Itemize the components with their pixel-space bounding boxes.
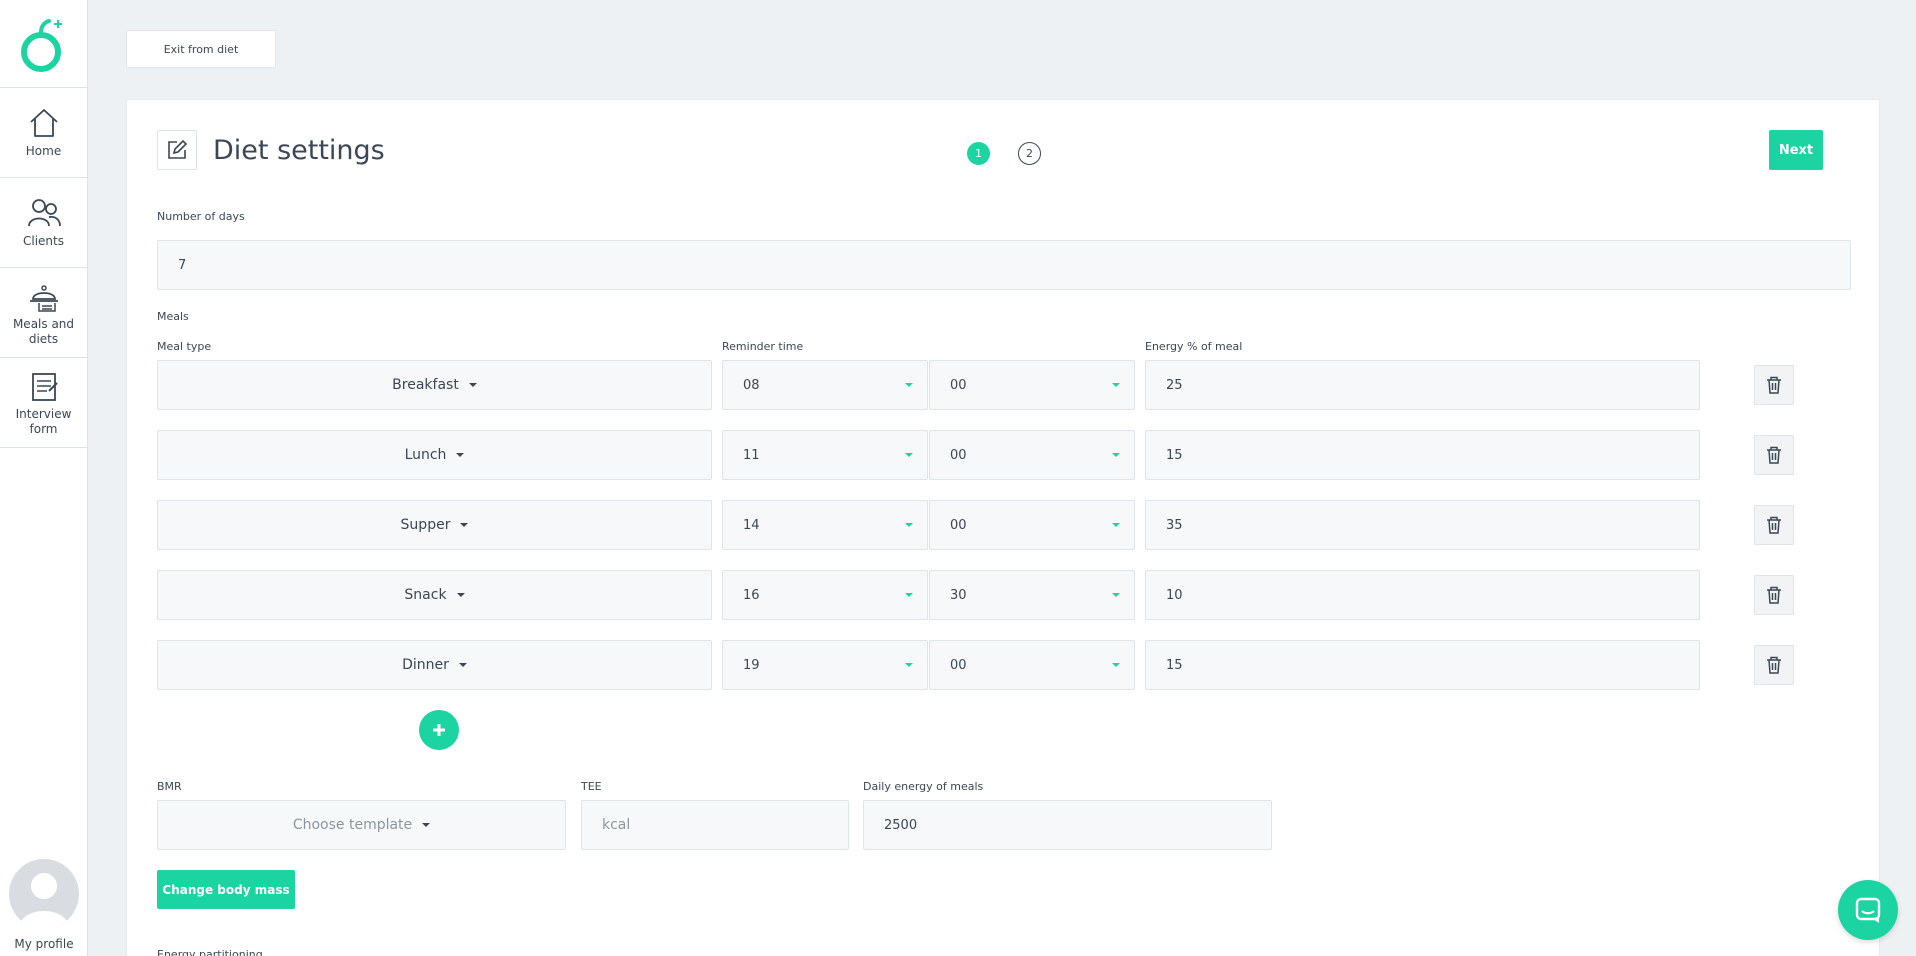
delete-meal-button[interactable] <box>1754 435 1794 475</box>
plus-icon <box>433 724 445 736</box>
reminder-minute-select[interactable]: 00 <box>929 640 1135 690</box>
chevron-down-icon <box>1112 593 1120 597</box>
profile-link[interactable]: My profile <box>0 859 88 952</box>
edit-icon-box <box>157 130 197 170</box>
meal-type-select[interactable]: Lunch <box>157 430 712 480</box>
trash-icon <box>1767 446 1781 464</box>
edit-icon <box>168 139 188 159</box>
daily-energy-label: Daily energy of meals <box>863 780 984 793</box>
bmr-label: BMR <box>157 780 182 793</box>
reminder-hour-select[interactable]: 14 <box>722 500 928 550</box>
sidebar-item-label: Home <box>25 144 62 158</box>
delete-meal-button[interactable] <box>1754 645 1794 685</box>
chevron-down-icon <box>1112 383 1120 387</box>
delete-meal-button[interactable] <box>1754 505 1794 545</box>
sidebar: Home Clients Meals and diets Interview f… <box>0 0 88 956</box>
users-icon <box>27 199 61 227</box>
reminder-time-header: Reminder time <box>722 340 804 353</box>
card-header: Diet settings <box>157 130 385 170</box>
delete-meal-button[interactable] <box>1754 365 1794 405</box>
days-label: Number of days <box>157 210 245 223</box>
chevron-down-icon <box>456 593 465 597</box>
days-input[interactable]: 7 <box>157 240 1851 290</box>
reminder-minute-select[interactable]: 00 <box>929 430 1135 480</box>
meal-type-select[interactable]: Supper <box>157 500 712 550</box>
trash-icon <box>1767 516 1781 534</box>
reminder-hour-select[interactable]: 11 <box>722 430 928 480</box>
chevron-down-icon <box>905 453 913 457</box>
energy-percent-input[interactable]: 25 <box>1145 360 1700 410</box>
diet-settings-card: Diet settings 1 2 Next Number of days 7 … <box>126 99 1880 956</box>
apple-logo-icon <box>20 18 62 72</box>
meal-type-select[interactable]: Breakfast <box>157 360 712 410</box>
trash-icon <box>1767 656 1781 674</box>
energy-percent-input[interactable]: 15 <box>1145 430 1700 480</box>
chevron-down-icon <box>905 663 913 667</box>
sidebar-item-label: Clients <box>23 234 64 248</box>
chevron-down-icon <box>468 383 477 387</box>
sidebar-item-label: Meals and diets <box>12 316 75 346</box>
energy-percent-header: Energy % of meal <box>1145 340 1243 353</box>
chevron-down-icon <box>460 523 469 527</box>
daily-energy-input[interactable]: 2500 <box>863 800 1272 850</box>
reminder-hour-select[interactable]: 19 <box>722 640 928 690</box>
reminder-minute-select[interactable]: 30 <box>929 570 1135 620</box>
home-icon <box>29 109 58 137</box>
tee-label: TEE <box>581 780 602 793</box>
sidebar-item-clients[interactable]: Clients <box>0 178 87 268</box>
chevron-down-icon <box>905 593 913 597</box>
meals-section-label: Meals <box>157 310 189 323</box>
delete-meal-button[interactable] <box>1754 575 1794 615</box>
sidebar-item-interview-form[interactable]: Interview form <box>0 358 87 448</box>
chevron-down-icon <box>456 453 465 457</box>
energy-partitioning-label: Energy partitioning <box>157 948 263 956</box>
reminder-hour-select[interactable]: 16 <box>722 570 928 620</box>
sidebar-item-label: Interview form <box>15 406 72 436</box>
energy-percent-input[interactable]: 35 <box>1145 500 1700 550</box>
chevron-down-icon <box>905 523 913 527</box>
add-meal-button[interactable] <box>419 710 459 750</box>
page-title: Diet settings <box>213 134 385 166</box>
exit-diet-button[interactable]: Exit from diet <box>126 30 276 68</box>
sidebar-item-meals[interactable]: Meals and diets <box>0 268 87 358</box>
tee-input[interactable]: kcal <box>581 800 849 850</box>
reminder-minute-select[interactable]: 00 <box>929 360 1135 410</box>
sidebar-item-home[interactable]: Home <box>0 88 87 178</box>
chat-launcher-button[interactable] <box>1838 880 1898 940</box>
clipboard-icon <box>31 372 58 401</box>
profile-label: My profile <box>14 937 74 951</box>
energy-percent-input[interactable]: 10 <box>1145 570 1700 620</box>
chevron-down-icon <box>1112 523 1120 527</box>
meal-type-select[interactable]: Snack <box>157 570 712 620</box>
chevron-down-icon <box>1112 453 1120 457</box>
app-logo[interactable] <box>0 0 87 88</box>
energy-percent-input[interactable]: 15 <box>1145 640 1700 690</box>
next-button[interactable]: Next <box>1769 130 1823 170</box>
avatar <box>9 859 79 929</box>
reminder-minute-select[interactable]: 00 <box>929 500 1135 550</box>
trash-icon <box>1767 376 1781 394</box>
step-indicator: 1 2 <box>967 142 1041 165</box>
chevron-down-icon <box>905 383 913 387</box>
chevron-down-icon <box>1112 663 1120 667</box>
meal-type-select[interactable]: Dinner <box>157 640 712 690</box>
reminder-hour-select[interactable]: 08 <box>722 360 928 410</box>
step-2[interactable]: 2 <box>1018 142 1041 165</box>
chevron-down-icon <box>458 663 467 667</box>
meals-icon <box>29 284 58 312</box>
meal-type-header: Meal type <box>157 340 212 353</box>
bmr-template-select[interactable]: Choose template <box>157 800 566 850</box>
step-1[interactable]: 1 <box>967 142 990 165</box>
change-body-mass-button[interactable]: Change body mass <box>157 870 295 909</box>
chevron-down-icon <box>422 823 431 827</box>
chat-icon <box>1855 897 1881 923</box>
trash-icon <box>1767 586 1781 604</box>
